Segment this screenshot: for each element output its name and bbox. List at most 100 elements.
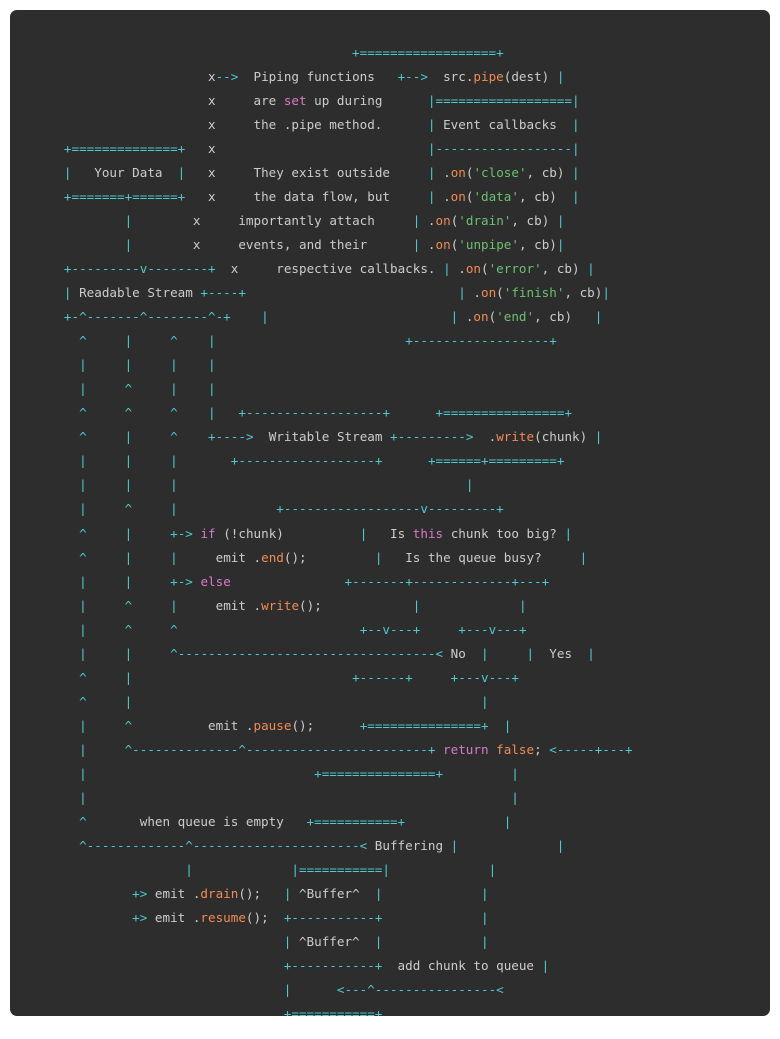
ascii-span-def [26, 622, 79, 637]
diagram-panel: +==================+ x--> Piping functio… [10, 10, 770, 1016]
ascii-span-box: | [170, 501, 178, 517]
ascii-span-def [26, 766, 79, 781]
ascii-span-def: . [465, 285, 481, 301]
ascii-span-box: +==============+ [63, 140, 186, 156]
ascii-span-box: | [208, 381, 216, 397]
ascii-span-def: , cb) [511, 212, 557, 228]
ascii-span-fn: on [473, 309, 489, 325]
ascii-line: ^ | +-> if (!chunk) | Is this chunk too … [10, 522, 770, 546]
ascii-span-box: +> [132, 910, 155, 926]
ascii-span-box: |==================| [427, 92, 580, 108]
ascii-span-def: ( [481, 261, 489, 277]
ascii-span-def: Your Data [71, 164, 178, 180]
ascii-span-def [443, 766, 511, 781]
ascii-span-def [26, 838, 79, 853]
ascii-span-def [26, 982, 284, 997]
ascii-span-def: emit . [154, 910, 201, 926]
ascii-span-def: ^Buffer^ [291, 934, 375, 950]
ascii-line: ^ | | emit .end(); | Is the queue busy? … [10, 546, 770, 570]
ascii-span-def [26, 598, 79, 613]
ascii-span-def [216, 261, 231, 276]
ascii-span-box: | [63, 164, 72, 180]
ascii-span-box: | [79, 766, 87, 781]
ascii-span-def [132, 670, 352, 685]
ascii-span-def [26, 526, 79, 541]
ascii-span-def [132, 550, 170, 565]
ascii-span-def [26, 718, 79, 733]
ascii-line: | | ^----------------------------------<… [10, 642, 770, 666]
ascii-span-def: emit . [154, 886, 201, 902]
ascii-span-def [132, 453, 170, 468]
ascii-span-box: | [79, 717, 87, 733]
ascii-span-box: ^-------------^----------------------< [79, 838, 375, 854]
ascii-span-def: (dest) [503, 68, 557, 84]
ascii-span-def [87, 429, 125, 444]
ascii-span-def [26, 862, 185, 877]
ascii-span-def [132, 622, 170, 637]
ascii-span-def: Event callbacks [435, 116, 572, 132]
ascii-span-def: up during [306, 92, 428, 108]
ascii-span-kw: if [200, 525, 216, 541]
ascii-span-box: +---------v--------+ [63, 261, 216, 277]
ascii-span-box: | [556, 236, 565, 252]
ascii-span-def: , cb) [541, 261, 588, 277]
ascii-span-def [132, 405, 170, 420]
ascii-span-def [26, 1006, 284, 1016]
ascii-line: | | +-> else +-------+-------------+---+ [10, 570, 770, 594]
ascii-span-def [26, 117, 208, 132]
ascii-span-def: x [208, 164, 216, 180]
ascii-span-def [87, 357, 125, 372]
ascii-span-def: . [435, 164, 451, 180]
ascii-span-def: Is [367, 525, 413, 541]
ascii-span-box: | [587, 645, 595, 661]
ascii-span-box: +------------------v---------+ [276, 501, 504, 517]
ascii-span-box: | [503, 717, 512, 733]
ascii-span-def: importantly attach [200, 212, 413, 228]
ascii-span-def [26, 814, 79, 829]
ascii-span-def [132, 526, 170, 541]
ascii-span-str: 'end' [496, 309, 535, 325]
ascii-span-box: | [79, 477, 87, 493]
ascii-span-def [26, 45, 352, 60]
ascii-span-def [291, 982, 337, 997]
ascii-span-box: | [443, 261, 451, 277]
ascii-span-box: <---^----------------< [336, 982, 504, 998]
ascii-span-box: | [170, 597, 178, 613]
ascii-span-box: | [556, 68, 565, 84]
ascii-span-def [390, 405, 436, 420]
ascii-span-box: +==================+ [352, 44, 504, 60]
ascii-span-box: | [79, 453, 87, 469]
ascii-span-def [87, 381, 125, 396]
ascii-span-box: | [79, 357, 87, 373]
ascii-span-def [87, 574, 125, 589]
ascii-span-def [26, 550, 79, 565]
ascii-span-def: Is the queue busy? [382, 549, 580, 565]
ascii-span-def [178, 501, 277, 516]
ascii-span-def [132, 646, 170, 661]
ascii-span-box: ^ [170, 429, 178, 445]
ascii-span-def [26, 910, 132, 925]
ascii-span-fn: pause [253, 717, 292, 733]
ascii-span-box: ^ [79, 405, 87, 421]
ascii-span-box: +===============+ [314, 766, 444, 781]
ascii-span-def [178, 429, 208, 444]
ascii-span-def [458, 838, 557, 853]
ascii-span-def [26, 790, 79, 805]
ascii-span-kw: return [443, 741, 489, 757]
ascii-span-box: +----+ [200, 285, 246, 301]
ascii-span-def [87, 670, 125, 685]
ascii-span-def [87, 790, 512, 805]
ascii-span-def: x [207, 116, 216, 132]
ascii-span-box: +-> [170, 573, 201, 589]
ascii-span-def: x [207, 68, 216, 84]
ascii-span-fn: on [450, 188, 466, 204]
ascii-span-def [246, 285, 458, 300]
ascii-span-box: | [480, 693, 489, 709]
ascii-span-def [178, 477, 466, 492]
ascii-span-def [26, 477, 79, 492]
ascii-span-def [413, 670, 451, 685]
ascii-span-def [26, 574, 79, 589]
ascii-span-def [26, 405, 79, 420]
ascii-span-def: emit . [177, 549, 262, 565]
ascii-span-def: (); [238, 886, 284, 902]
